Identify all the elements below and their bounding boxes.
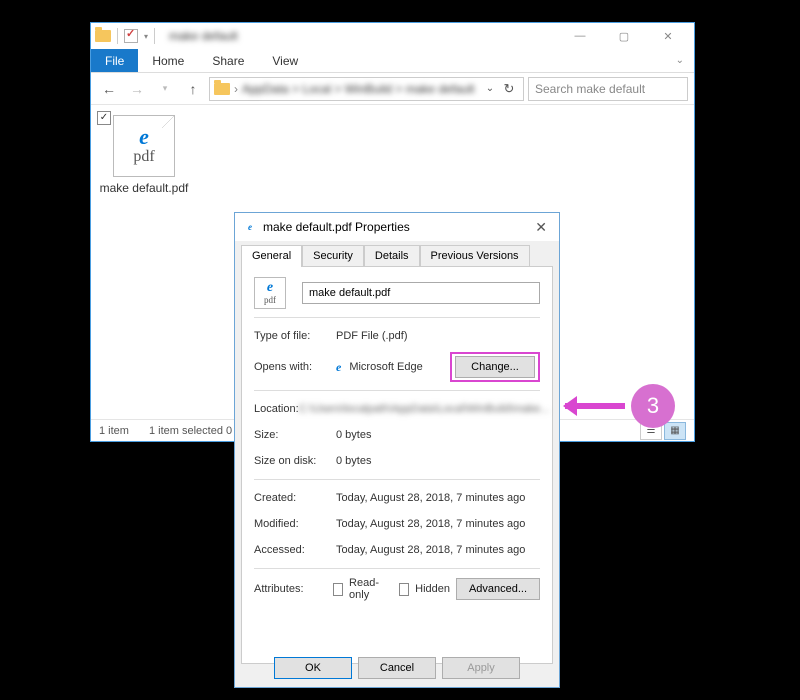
size-on-disk-value: 0 bytes [336, 455, 540, 467]
titlebar: ▾ make default — ▢ ✕ [91, 23, 694, 49]
status-item-count: 1 item [99, 425, 129, 437]
qat-dropdown-icon[interactable]: ▾ [144, 32, 148, 41]
ribbon-share-tab[interactable]: Share [198, 49, 258, 72]
pdf-extension-label: pdf [133, 148, 154, 166]
minimize-button[interactable]: — [558, 23, 602, 49]
dialog-close-button[interactable]: ✕ [531, 219, 551, 236]
tab-general-pane: e pdf Type of file: PDF File (.pdf) Open… [241, 266, 553, 664]
navigation-bar: ← → ▾ ↑ › AppData > Local > WinBuild > m… [91, 73, 694, 105]
file-icon: e [243, 220, 257, 234]
file-type-icon: e pdf [254, 277, 286, 309]
location-label: Location: [254, 403, 299, 415]
modified-label: Modified: [254, 518, 336, 530]
type-label: Type of file: [254, 330, 336, 342]
address-bar[interactable]: › AppData > Local > WinBuild > make defa… [209, 77, 524, 101]
tab-general[interactable]: General [241, 245, 302, 267]
accessed-label: Accessed: [254, 544, 336, 556]
tab-details[interactable]: Details [364, 245, 420, 266]
dialog-button-row: OK Cancel Apply [235, 657, 559, 679]
nav-history-dropdown[interactable]: ▾ [153, 77, 177, 101]
file-name-label: make default.pdf [99, 181, 189, 195]
step-badge: 3 [631, 384, 675, 428]
folder-icon [95, 30, 111, 42]
ribbon-file-tab[interactable]: File [91, 49, 138, 72]
modified-value: Today, August 28, 2018, 7 minutes ago [336, 518, 540, 530]
opens-with-value: Microsoft Edge [349, 361, 422, 373]
dialog-title: make default.pdf Properties [263, 220, 410, 234]
accessed-value: Today, August 28, 2018, 7 minutes ago [336, 544, 540, 556]
edge-icon: e [139, 126, 149, 148]
tab-security[interactable]: Security [302, 245, 364, 266]
hidden-checkbox[interactable] [399, 583, 409, 596]
change-button[interactable]: Change... [455, 356, 535, 378]
ribbon-view-tab[interactable]: View [258, 49, 312, 72]
ribbon-tabs: File Home Share View ⌄ [91, 49, 694, 73]
close-button[interactable]: ✕ [646, 23, 690, 49]
address-path: AppData > Local > WinBuild > make defaul… [242, 82, 481, 96]
search-input[interactable]: Search make default [528, 77, 688, 101]
qat-properties-icon[interactable] [124, 29, 138, 43]
ok-button[interactable]: OK [274, 657, 352, 679]
readonly-label: Read-only [349, 577, 385, 601]
annotation-step-3: 3 [565, 384, 675, 428]
cancel-button[interactable]: Cancel [358, 657, 436, 679]
created-value: Today, August 28, 2018, 7 minutes ago [336, 492, 540, 504]
properties-dialog: e make default.pdf Properties ✕ General … [234, 212, 560, 688]
nav-up-button[interactable]: ↑ [181, 77, 205, 101]
file-item[interactable]: ✓ e pdf make default.pdf [99, 113, 189, 195]
created-label: Created: [254, 492, 336, 504]
ribbon-expand-icon[interactable]: ⌄ [666, 49, 694, 72]
ribbon-home-tab[interactable]: Home [138, 49, 198, 72]
folder-icon [214, 83, 230, 95]
apply-button[interactable]: Apply [442, 657, 520, 679]
type-value: PDF File (.pdf) [336, 330, 540, 342]
refresh-icon[interactable]: ↻ [499, 81, 519, 97]
arrow-icon [565, 403, 625, 409]
address-dropdown-icon[interactable]: ⌄ [481, 83, 499, 94]
nav-forward-button[interactable]: → [125, 77, 149, 101]
tab-strip: General Security Details Previous Versio… [235, 241, 559, 266]
file-checkbox[interactable]: ✓ [97, 111, 111, 125]
maximize-button[interactable]: ▢ [602, 23, 646, 49]
attributes-label: Attributes: [254, 583, 333, 595]
tab-previous-versions[interactable]: Previous Versions [420, 245, 530, 266]
window-title: make default [169, 29, 238, 43]
dialog-titlebar: e make default.pdf Properties ✕ [235, 213, 559, 241]
size-on-disk-label: Size on disk: [254, 455, 336, 467]
nav-back-button[interactable]: ← [97, 77, 121, 101]
readonly-checkbox[interactable] [333, 583, 343, 596]
opens-with-label: Opens with: [254, 361, 336, 373]
location-value: C:\Users\localpath\AppData\Local\WinBuil… [299, 403, 550, 415]
hidden-label: Hidden [415, 583, 450, 595]
advanced-button[interactable]: Advanced... [456, 578, 540, 600]
filename-input[interactable] [302, 282, 540, 304]
size-value: 0 bytes [336, 429, 540, 441]
size-label: Size: [254, 429, 336, 441]
edge-icon: e [336, 360, 341, 375]
file-thumbnail-icon: e pdf [113, 115, 175, 177]
